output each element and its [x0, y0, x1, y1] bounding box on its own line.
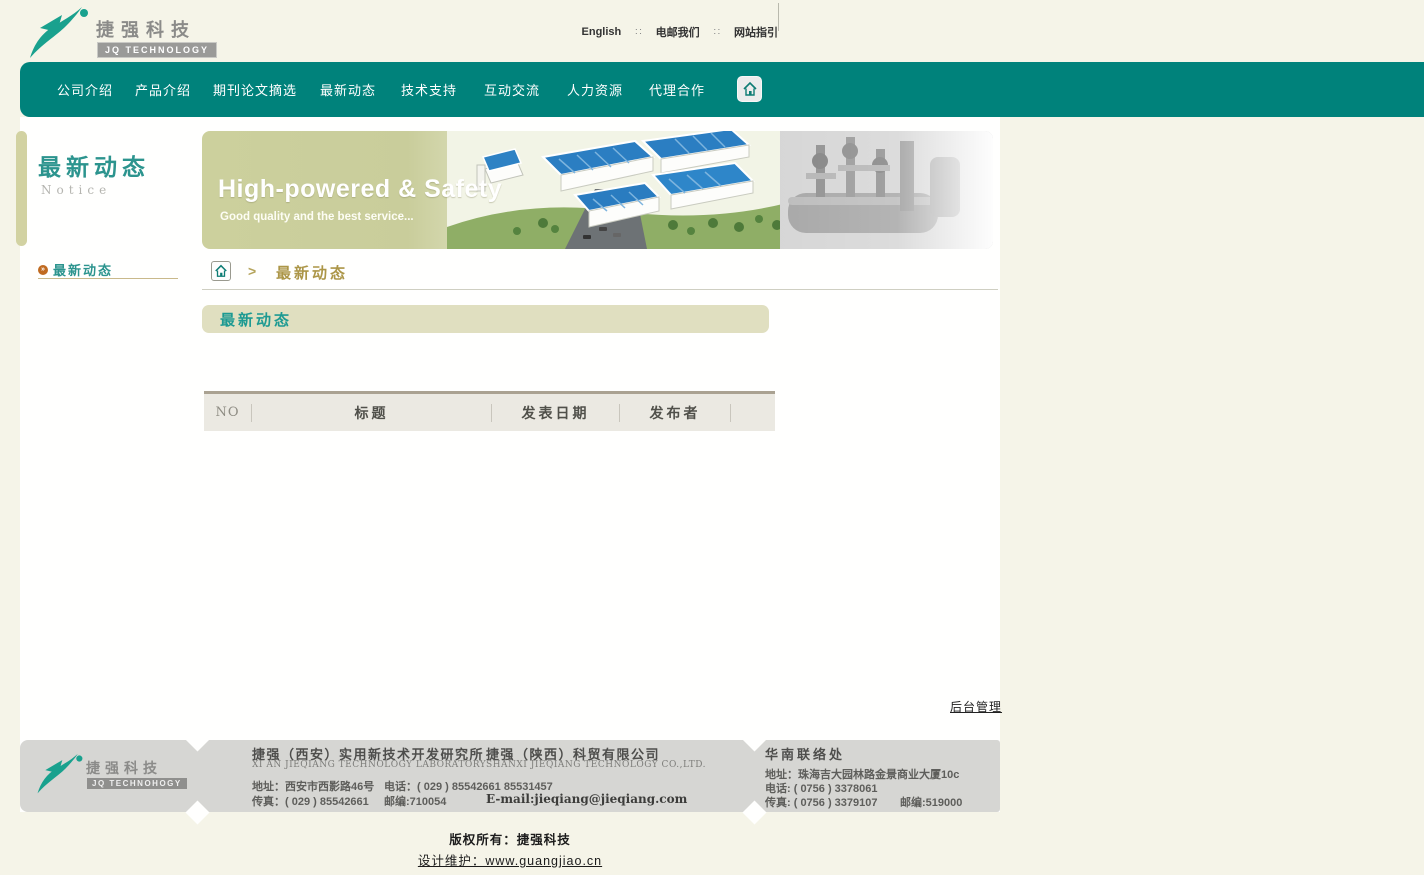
sidebar-subtitle: Notice [41, 183, 111, 197]
breadcrumb-home-button[interactable] [211, 261, 231, 281]
page-banner: High-powered & Safety Good quality and t… [202, 131, 993, 249]
footer-address: 地址：西安市西影路46号 [252, 778, 374, 794]
main-nav: 公司介绍 产品介绍 期刊论文摘选 最新动态 技术支持 互动交流 人力资源 代理合… [20, 62, 1424, 117]
table-header-row: NO 标题 发表日期 发布者 [204, 394, 775, 431]
copyright-owner: 版权所有：捷强科技 [310, 829, 710, 848]
footer-email: E-mail:jieqiang@jieqiang.com [486, 792, 687, 806]
banner-subline: Good quality and the best service... [220, 211, 414, 223]
sidebar-item-underline [38, 278, 178, 279]
home-icon [742, 81, 758, 97]
nav-item-company-profile[interactable]: 公司介绍 [57, 62, 113, 117]
footer-fax: 传真：( 029 ) 85542661 [252, 793, 369, 809]
sidebar-accent-bar [16, 131, 27, 246]
link-separator: ∷ [635, 27, 641, 38]
banner-headline: High-powered & Safety [218, 175, 502, 204]
nav-item-journal-papers[interactable]: 期刊论文摘选 [213, 62, 297, 117]
footer-logo-name: 捷强科技 [86, 758, 162, 778]
footer-notch [742, 800, 766, 824]
logo-swoosh-icon [28, 6, 90, 60]
column-header-date: 发表日期 [492, 404, 620, 422]
nav-home-button[interactable] [737, 76, 762, 102]
page: 捷强科技 JQ TECHNOLOGY English ∷ 电邮我们 ∷ 网站指引… [0, 0, 1424, 875]
nav-item-latest-news[interactable]: 最新动态 [320, 62, 376, 117]
link-separator: ∷ [714, 27, 720, 38]
footer-logo-tagline: JQ TECHNOHOGY [87, 778, 187, 789]
header-links: English ∷ 电邮我们 ∷ 网站指引 [582, 24, 778, 40]
nav-item-tech-support[interactable]: 技术支持 [401, 62, 457, 117]
nav-item-agency-cooperation[interactable]: 代理合作 [649, 62, 705, 117]
sidebar-item-label: 最新动态 [53, 260, 113, 279]
sidebar-item-latest-news[interactable]: » 最新动态 [38, 260, 113, 279]
arrow-bullet-icon: » [38, 265, 48, 275]
copyright-block: 版权所有：捷强科技 设计维护：www.guangjiao.cn [310, 829, 710, 870]
logo-company-name: 捷强科技 [96, 16, 196, 42]
footer-org1-name-en: XI AN JIEQIANG TECHNOLOGY LABORATORY [252, 760, 486, 770]
footer-zip: 邮编:710054 [384, 793, 446, 809]
column-header-no: NO [204, 404, 252, 422]
footer: 捷强科技 JQ TECHNOHOGY 捷强（西安）实用新技术开发研究所 捷强（陕… [20, 740, 1000, 812]
site-logo[interactable]: 捷强科技 JQ TECHNOLOGY [28, 6, 238, 58]
email-us-link[interactable]: 电邮我们 [656, 24, 700, 40]
footer-south-title: 华南联络处 [765, 744, 845, 763]
footer-south-fax: 传真: ( 0756 ) 3379107 [765, 794, 878, 810]
logo-tagline: JQ TECHNOLOGY [97, 42, 217, 58]
nav-item-human-resources[interactable]: 人力资源 [567, 62, 623, 117]
design-maintenance-link[interactable]: 设计维护：www.guangjiao.cn [418, 850, 602, 869]
section-title: 最新动态 [220, 309, 292, 330]
sidebar-title: 最新动态 [38, 148, 150, 182]
nav-item-interaction[interactable]: 互动交流 [484, 62, 540, 117]
section-header: 最新动态 [202, 305, 769, 333]
news-table: NO 标题 发表日期 发布者 [204, 391, 775, 431]
admin-link[interactable]: 后台管理 [950, 698, 1002, 715]
column-header-spacer [731, 404, 775, 422]
footer-notch [185, 800, 209, 824]
industrial-image [780, 131, 993, 249]
site-guide-link[interactable]: 网站指引 [734, 24, 778, 40]
header-divider [778, 3, 779, 31]
english-link[interactable]: English [582, 26, 622, 38]
footer-logo-swoosh-icon [36, 750, 84, 798]
home-icon [214, 264, 228, 278]
column-header-title: 标题 [252, 404, 492, 422]
nav-item-products[interactable]: 产品介绍 [135, 62, 191, 117]
breadcrumb-divider [202, 289, 998, 290]
column-header-publisher: 发布者 [620, 404, 731, 422]
footer-south-zip: 邮编:519000 [900, 794, 962, 810]
breadcrumb-current: 最新动态 [276, 262, 348, 283]
breadcrumb-separator: > [248, 263, 256, 279]
footer-org2-name-en: SHANXI JIEQIANG TECHNOLOGY CO.,LTD. [486, 760, 706, 770]
